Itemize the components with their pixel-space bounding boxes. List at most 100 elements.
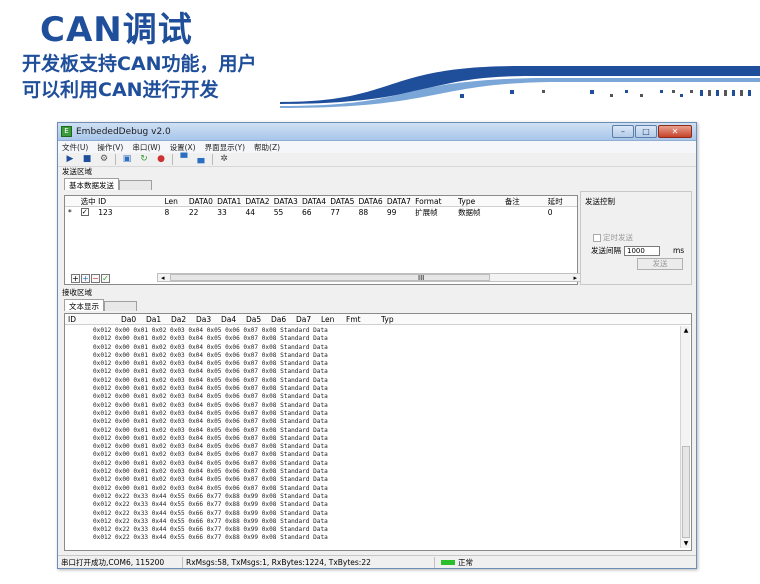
col-note: 备注 xyxy=(504,196,520,206)
col-da1: Da1 xyxy=(146,314,162,324)
toolbar-separator xyxy=(212,154,213,165)
send-control-title: 发送控制 xyxy=(585,197,615,206)
col-selected: 选中 xyxy=(80,196,96,206)
col-da5: Da5 xyxy=(246,314,262,324)
col-data7: DATA7 xyxy=(386,196,411,206)
timed-send-checkbox[interactable] xyxy=(593,233,601,242)
col-data5: DATA5 xyxy=(330,196,355,206)
receive-log-line: 0x012 0x00 0x01 0x02 0x03 0x04 0x05 0x06… xyxy=(93,376,328,384)
timed-send-label: 定时发送 xyxy=(603,233,633,242)
close-button[interactable]: ✕ xyxy=(658,125,692,138)
cell-data4[interactable]: 66 xyxy=(302,208,330,217)
layout-top-icon[interactable]: ▀ xyxy=(178,154,190,165)
stop-icon[interactable]: ■ xyxy=(81,154,93,165)
status-bar: 串口打开成功,COM6, 115200 RxMsgs:58, TxMsgs:1,… xyxy=(58,555,696,568)
decorative-swoosh xyxy=(280,66,760,108)
cell-data1[interactable]: 33 xyxy=(217,208,245,217)
receive-log-line: 0x012 0x22 0x33 0x44 0x55 0x66 0x77 0x88… xyxy=(93,501,328,509)
receive-log-line: 0x012 0x00 0x01 0x02 0x03 0x04 0x05 0x06… xyxy=(93,335,328,343)
scroll-left-icon[interactable]: ◂ xyxy=(161,274,165,282)
cell-data6[interactable]: 88 xyxy=(359,208,387,217)
send-area-label: 发送区域 xyxy=(62,167,92,176)
cell-data3[interactable]: 55 xyxy=(274,208,302,217)
col-len: Len xyxy=(164,196,178,206)
send-button[interactable]: 发送 xyxy=(637,258,683,270)
connect-icon[interactable]: ⚙ xyxy=(98,154,110,165)
cell-data7[interactable]: 99 xyxy=(387,208,415,217)
receive-log-line: 0x012 0x00 0x01 0x02 0x03 0x04 0x05 0x06… xyxy=(93,385,328,393)
menu-serial[interactable]: 串口(W) xyxy=(132,142,160,153)
receive-log-line: 0x012 0x22 0x33 0x44 0x55 0x66 0x77 0x88… xyxy=(93,534,328,542)
cell-data0[interactable]: 22 xyxy=(189,208,217,217)
scroll-thumb[interactable] xyxy=(682,446,690,538)
send-row[interactable]: * ✓ 123 8 22 33 44 55 66 77 88 99 扩展帧 数据… xyxy=(65,207,577,218)
scroll-up-icon[interactable]: ▲ xyxy=(681,327,691,334)
scroll-down-icon[interactable]: ▼ xyxy=(681,540,691,547)
cell-len[interactable]: 8 xyxy=(165,208,189,217)
insert-row-icon[interactable]: + xyxy=(81,274,90,283)
col-data4: DATA4 xyxy=(301,196,327,206)
menu-file[interactable]: 文件(U) xyxy=(62,142,88,153)
menu-settings[interactable]: 设置(X) xyxy=(170,142,196,153)
add-row-icon[interactable]: + xyxy=(71,274,80,283)
scroll-right-icon[interactable]: ▸ xyxy=(573,274,577,282)
col-da0: Da0 xyxy=(121,314,137,324)
play-icon[interactable]: ▶ xyxy=(64,154,76,165)
col-data1: DATA1 xyxy=(217,196,242,206)
layout-bottom-icon[interactable]: ▄ xyxy=(195,154,207,165)
send-grid: 选中 ID Len DATA0 DATA1 DATA2 DATA3 DATA4 … xyxy=(64,195,581,285)
maximize-button[interactable]: □ xyxy=(635,125,657,138)
timed-send-option[interactable]: 定时发送 xyxy=(593,232,633,243)
receive-log-line: 0x012 0x22 0x33 0x44 0x55 0x66 0x77 0x88… xyxy=(93,492,328,500)
title-bar[interactable]: E EmbededDebug v2.0 – □ ✕ xyxy=(58,123,696,141)
row-marker: * xyxy=(68,208,72,217)
settings-icon[interactable]: ✲ xyxy=(218,154,230,165)
delete-row-icon[interactable]: − xyxy=(91,274,100,283)
app-icon: E xyxy=(61,126,72,137)
cell-id[interactable]: 123 xyxy=(98,208,164,217)
minimize-button[interactable]: – xyxy=(612,125,634,138)
cell-data2[interactable]: 44 xyxy=(245,208,273,217)
tab-basic-send[interactable]: 基本数据发送 xyxy=(64,178,119,190)
receive-log-line: 0x012 0x00 0x01 0x02 0x03 0x04 0x05 0x06… xyxy=(93,351,328,359)
tab-text-display[interactable]: 文本显示 xyxy=(64,299,104,311)
receive-vscrollbar[interactable]: ▲ ▼ xyxy=(680,326,690,548)
scroll-thumb[interactable] xyxy=(170,274,490,281)
tab-empty[interactable] xyxy=(104,301,137,311)
menu-help[interactable]: 帮助(Z) xyxy=(254,142,280,153)
status-led-icon xyxy=(441,559,455,565)
receive-log-line: 0x012 0x22 0x33 0x44 0x55 0x66 0x77 0x88… xyxy=(93,517,328,525)
open-icon[interactable]: ▣ xyxy=(121,154,133,165)
color-icon[interactable]: ● xyxy=(155,154,167,165)
send-tabs: 基本数据发送 xyxy=(58,177,696,190)
receive-log-line: 0x012 0x00 0x01 0x02 0x03 0x04 0x05 0x06… xyxy=(93,418,328,426)
refresh-icon[interactable]: ↻ xyxy=(138,154,150,165)
receive-log-line: 0x012 0x00 0x01 0x02 0x03 0x04 0x05 0x06… xyxy=(93,343,328,351)
receive-log-line: 0x012 0x00 0x01 0x02 0x03 0x04 0x05 0x06… xyxy=(93,426,328,434)
cell-data5[interactable]: 77 xyxy=(330,208,358,217)
menu-operate[interactable]: 操作(V) xyxy=(97,142,123,153)
receive-log-line: 0x012 0x00 0x01 0x02 0x03 0x04 0x05 0x06… xyxy=(93,484,328,492)
col-data0: DATA0 xyxy=(188,196,213,206)
confirm-icon[interactable]: ✓ xyxy=(101,274,110,283)
receive-log-line: 0x012 0x00 0x01 0x02 0x03 0x04 0x05 0x06… xyxy=(93,459,328,467)
cell-type[interactable]: 数据帧 xyxy=(458,207,505,218)
menu-bar: 文件(U) 操作(V) 串口(W) 设置(X) 界面显示(Y) 帮助(Z) xyxy=(58,141,696,153)
row-select-checkbox[interactable]: ✓ xyxy=(80,207,89,216)
interval-row: 发送间隔 1000 ms xyxy=(591,245,684,256)
receive-header: ID Da0 Da1 Da2 Da3 Da4 Da5 Da6 Da7 Len F… xyxy=(65,314,691,325)
cell-delay[interactable]: 0 xyxy=(548,208,577,217)
receive-log-line: 0x012 0x00 0x01 0x02 0x03 0x04 0x05 0x06… xyxy=(93,393,328,401)
col-da6: Da6 xyxy=(271,314,287,324)
receive-log-line: 0x012 0x00 0x01 0x02 0x03 0x04 0x05 0x06… xyxy=(93,409,328,417)
row-action-buttons: + + − ✓ xyxy=(71,274,110,283)
receive-text-log[interactable]: 0x012 0x00 0x01 0x02 0x03 0x04 0x05 0x06… xyxy=(65,325,691,543)
col-typ: Typ xyxy=(381,314,394,324)
col-da4: Da4 xyxy=(221,314,237,324)
tab-empty[interactable] xyxy=(119,180,152,190)
interval-input[interactable]: 1000 xyxy=(624,245,660,256)
send-grid-hscrollbar[interactable]: ◂ III ▸ xyxy=(157,273,581,282)
menu-display[interactable]: 界面显示(Y) xyxy=(205,142,245,153)
cell-format[interactable]: 扩展帧 xyxy=(415,207,458,218)
scroll-grip: III xyxy=(418,273,425,282)
